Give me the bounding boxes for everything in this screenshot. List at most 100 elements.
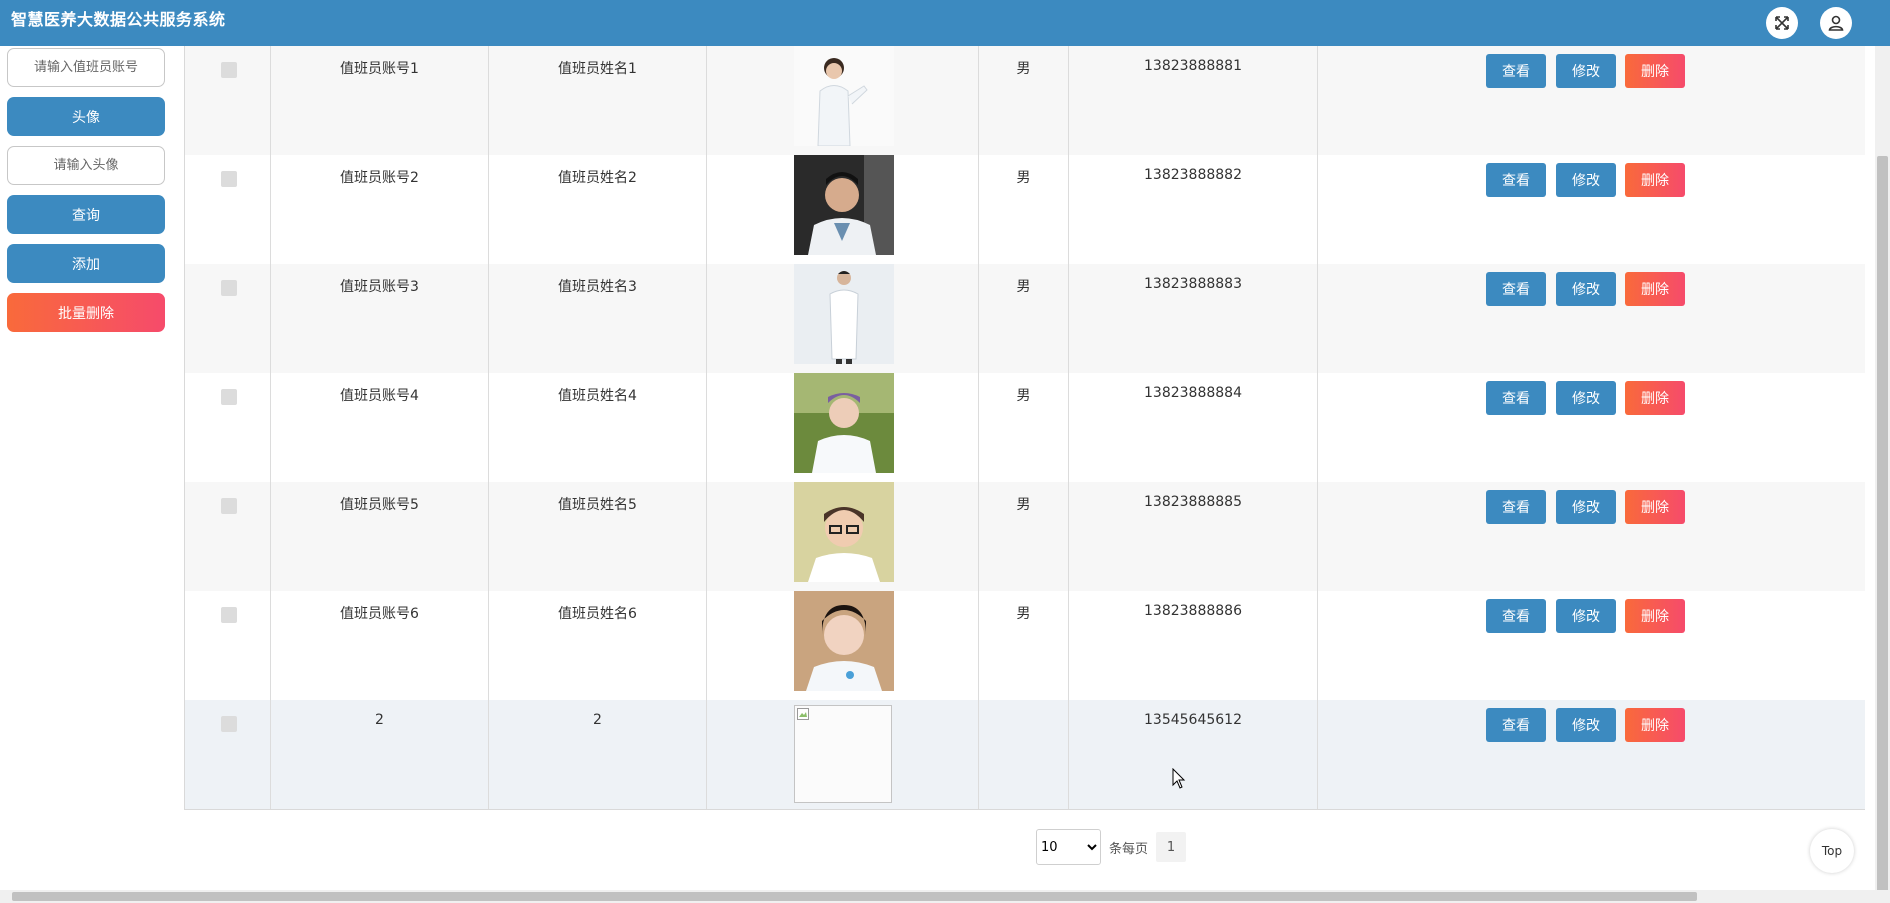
photo-cell	[706, 373, 978, 482]
horizontal-scroll-thumb[interactable]	[12, 892, 1697, 901]
edit-button[interactable]: 修改	[1556, 381, 1616, 415]
row-checkbox[interactable]	[221, 498, 237, 514]
account-cell: 值班员账号2	[270, 155, 488, 264]
edit-button[interactable]: 修改	[1556, 163, 1616, 197]
account-text: 值班员账号4	[340, 388, 419, 404]
photo-cell	[706, 155, 978, 264]
avatar-search-input[interactable]	[7, 146, 165, 185]
edit-button[interactable]: 修改	[1556, 708, 1616, 742]
actions-cell: 查看 修改 删除	[1317, 700, 1865, 809]
account-text: 值班员账号5	[340, 497, 419, 513]
table-row: 值班员账号4 值班员姓名4 男 13823888884 查看 修改 删除	[184, 373, 1865, 483]
phone-text: 13823888883	[1144, 276, 1242, 292]
name-cell: 2	[488, 700, 706, 809]
view-button[interactable]: 查看	[1486, 599, 1546, 633]
expand-icon[interactable]	[1766, 7, 1798, 39]
edit-button[interactable]: 修改	[1556, 54, 1616, 88]
photo-cell	[706, 700, 978, 809]
gender-text: 男	[1016, 497, 1031, 513]
actions-cell: 查看 修改 删除	[1317, 591, 1865, 700]
checkbox-cell	[184, 46, 270, 155]
photo-cell	[706, 264, 978, 373]
horizontal-scrollbar[interactable]	[0, 890, 1890, 903]
name-text: 值班员姓名2	[558, 170, 637, 186]
row-checkbox[interactable]	[221, 389, 237, 405]
view-button[interactable]: 查看	[1486, 381, 1546, 415]
page-size-select[interactable]: 10	[1036, 829, 1101, 865]
account-text: 值班员账号1	[340, 61, 419, 77]
name-cell: 值班员姓名3	[488, 264, 706, 373]
batch-delete-button[interactable]: 批量删除	[7, 293, 165, 332]
view-button[interactable]: 查看	[1486, 708, 1546, 742]
actions-cell: 查看 修改 删除	[1317, 482, 1865, 591]
name-text: 2	[593, 712, 602, 728]
row-checkbox[interactable]	[221, 607, 237, 623]
staff-photo	[794, 591, 894, 691]
row-checkbox[interactable]	[221, 171, 237, 187]
vertical-scrollbar[interactable]	[1875, 46, 1890, 892]
delete-button[interactable]: 删除	[1625, 708, 1685, 742]
edit-button[interactable]: 修改	[1556, 599, 1616, 633]
gender-cell: 男	[978, 264, 1068, 373]
staff-photo	[794, 373, 894, 473]
delete-button[interactable]: 删除	[1625, 490, 1685, 524]
gender-cell: 男	[978, 591, 1068, 700]
view-button[interactable]: 查看	[1486, 490, 1546, 524]
account-search-input[interactable]	[7, 48, 165, 87]
user-icon[interactable]	[1820, 7, 1852, 39]
account-text: 2	[375, 712, 384, 728]
delete-button[interactable]: 删除	[1625, 163, 1685, 197]
page-number[interactable]: 1	[1156, 832, 1187, 862]
account-cell: 值班员账号3	[270, 264, 488, 373]
checkbox-cell	[184, 264, 270, 373]
view-button[interactable]: 查看	[1486, 54, 1546, 88]
checkbox-cell	[184, 482, 270, 591]
phone-text: 13823888886	[1144, 603, 1242, 619]
account-cell: 值班员账号6	[270, 591, 488, 700]
mouse-cursor-icon	[1172, 768, 1186, 789]
phone-text: 13823888881	[1144, 58, 1242, 74]
page-size-label: 条每页	[1109, 841, 1149, 857]
edit-button[interactable]: 修改	[1556, 272, 1616, 306]
account-text: 值班员账号3	[340, 279, 419, 295]
name-text: 值班员姓名6	[558, 606, 637, 622]
gender-cell: 男	[978, 373, 1068, 482]
table-row: 2 2 13545645612 查看 修改 删除	[184, 700, 1865, 810]
checkbox-cell	[184, 700, 270, 809]
table-row: 值班员账号6 值班员姓名6 男 13823888886 查看 修改 删除	[184, 591, 1865, 701]
checkbox-cell	[184, 155, 270, 264]
edit-button[interactable]: 修改	[1556, 490, 1616, 524]
account-text: 值班员账号2	[340, 170, 419, 186]
actions-cell: 查看 修改 删除	[1317, 155, 1865, 264]
view-button[interactable]: 查看	[1486, 163, 1546, 197]
account-text: 值班员账号6	[340, 606, 419, 622]
name-text: 值班员姓名5	[558, 497, 637, 513]
delete-button[interactable]: 删除	[1625, 599, 1685, 633]
staff-table: 值班员账号1 值班员姓名1 男 13823888881 查看 修改 删除 值班员账号2 值班员姓…	[184, 46, 1865, 810]
delete-button[interactable]: 删除	[1625, 272, 1685, 306]
gender-cell: 男	[978, 482, 1068, 591]
name-text: 值班员姓名4	[558, 388, 637, 404]
phone-cell: 13823888881	[1068, 46, 1317, 155]
name-cell: 值班员姓名2	[488, 155, 706, 264]
delete-button[interactable]: 删除	[1625, 54, 1685, 88]
add-button[interactable]: 添加	[7, 244, 165, 283]
checkbox-cell	[184, 373, 270, 482]
delete-button[interactable]: 删除	[1625, 381, 1685, 415]
row-checkbox[interactable]	[221, 62, 237, 78]
row-checkbox[interactable]	[221, 280, 237, 296]
phone-cell: 13823888886	[1068, 591, 1317, 700]
phone-cell: 13823888883	[1068, 264, 1317, 373]
avatar-filter-button[interactable]: 头像	[7, 97, 165, 136]
actions-cell: 查看 修改 删除	[1317, 373, 1865, 482]
search-button[interactable]: 查询	[7, 195, 165, 234]
actions-cell: 查看 修改 删除	[1317, 46, 1865, 155]
row-checkbox[interactable]	[221, 716, 237, 732]
view-button[interactable]: 查看	[1486, 272, 1546, 306]
vertical-scroll-thumb[interactable]	[1877, 156, 1888, 892]
photo-cell	[706, 591, 978, 700]
gender-text: 男	[1016, 606, 1031, 622]
table-row: 值班员账号2 值班员姓名2 男 13823888882 查看 修改 删除	[184, 155, 1865, 265]
back-to-top-button[interactable]: Top	[1810, 829, 1854, 873]
pagination: 10 条每页 1	[1036, 829, 1187, 865]
